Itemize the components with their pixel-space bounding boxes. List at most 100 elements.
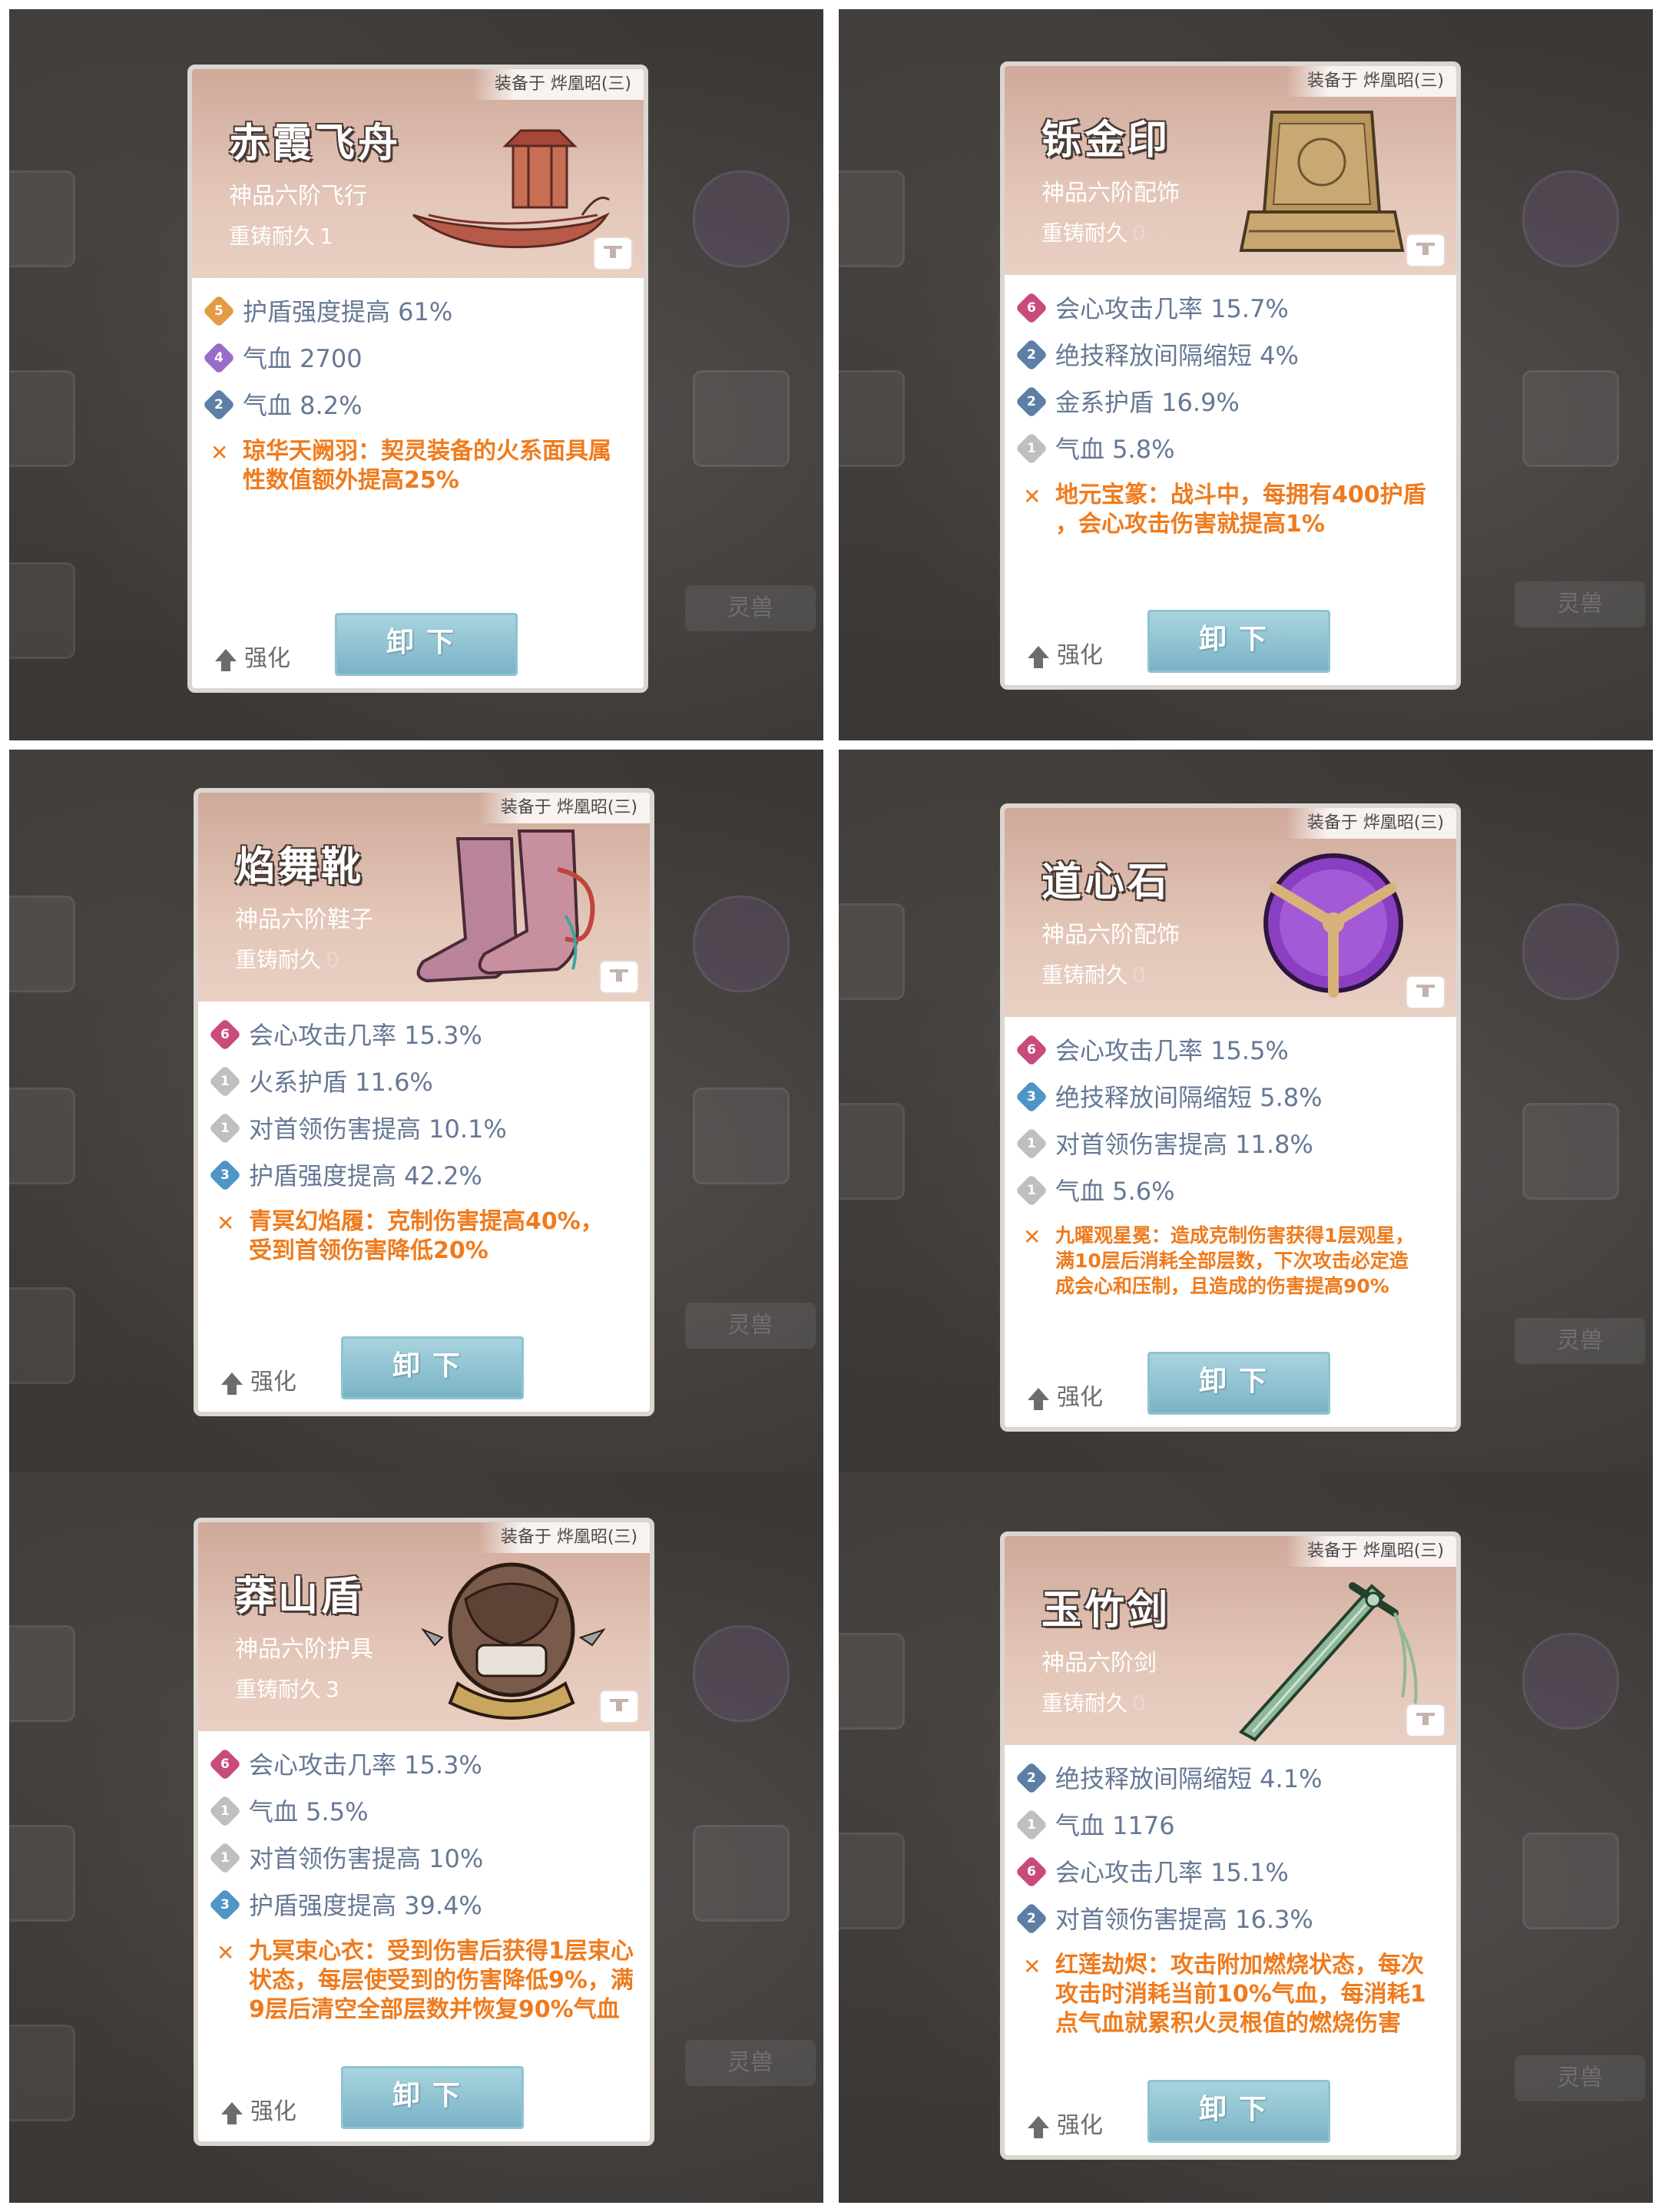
upgrade-button[interactable]: 强化 <box>215 644 290 674</box>
unequip-button[interactable]: 卸下 <box>341 1336 524 1399</box>
card-header: 装备于 烨凰昭(三) 赤霞飞舟 神品六阶飞行 重铸耐久 1 <box>192 69 644 278</box>
background-equip-slot <box>693 1088 790 1184</box>
background-tab: 灵兽 <box>1515 581 1645 628</box>
quality-badge-icon: 6 <box>1015 1855 1048 1889</box>
stat-row: 3 护盾强度提高 42.2% <box>208 1158 634 1207</box>
item-card-chixia-feizhou: 装备于 烨凰昭(三) 赤霞飞舟 神品六阶飞行 重铸耐久 1 5 护盾强度提高 61%… <box>187 65 648 693</box>
screenshot-panel-3: 灵兽 装备于 烨凰昭(三) 焰舞靴 神品六阶鞋子 重铸耐久 0 6 会心攻击几率 1… <box>9 750 823 1481</box>
compare-button[interactable] <box>599 1690 639 1724</box>
background-tab: 灵兽 <box>685 585 816 631</box>
quality-badge-icon: 3 <box>208 1158 242 1192</box>
recast-value: 0 <box>1132 220 1146 246</box>
quality-badge-icon: 1 <box>1015 1127 1048 1161</box>
unequip-button[interactable]: 卸下 <box>335 613 518 676</box>
upgrade-arrow-icon <box>1028 645 1049 668</box>
background-equip-slot <box>9 1825 75 1922</box>
stat-row: 2 绝技释放间隔缩短 4.1% <box>1015 1761 1441 1810</box>
item-grade: 神品六阶剑 <box>1041 1650 1157 1677</box>
background-equip-slot <box>9 896 75 992</box>
item-grade: 神品六阶飞行 <box>229 183 367 210</box>
upgrade-button[interactable]: 强化 <box>221 2097 296 2128</box>
background-equip-slot <box>693 896 790 992</box>
stat-row: 1 对首领伤害提高 10% <box>208 1841 634 1890</box>
background-tab: 灵兽 <box>685 1303 816 1349</box>
stat-row: 6 会心攻击几率 15.1% <box>1015 1855 1441 1904</box>
seal-icon <box>1239 111 1405 252</box>
recast-value: 0 <box>326 947 339 972</box>
upgrade-button[interactable]: 强化 <box>1028 1382 1103 1413</box>
special-effect-icon: ✕ <box>217 1940 235 1965</box>
quality-badge-icon: 4 <box>202 341 236 375</box>
background-equip-slot <box>9 562 75 659</box>
unequip-button[interactable]: 卸下 <box>1147 1352 1330 1415</box>
compare-button[interactable] <box>1406 233 1445 267</box>
stat-row: 2 金系护盾 16.9% <box>1015 385 1441 434</box>
background-equip-slot <box>693 171 790 267</box>
stat-row: 6 会心攻击几率 15.5% <box>1015 1033 1441 1082</box>
recast-durability: 重铸耐久 1 <box>229 220 333 250</box>
background-equip-slot <box>839 171 905 267</box>
item-grade: 神品六阶鞋子 <box>235 906 373 933</box>
screenshot-panel-1: 灵兽 装备于 烨凰昭(三) 赤霞飞舟 神品六阶飞行 重铸耐久 1 5 护盾强度提高 … <box>9 9 823 740</box>
screenshot-panel-2: 灵兽 装备于 烨凰昭(三) 铄金印 神品六阶配饰 重铸耐久 0 6 会心攻击几率 1… <box>839 9 1653 740</box>
background-equip-slot <box>9 1088 75 1184</box>
item-name: 玉竹剑 <box>1041 1587 1171 1634</box>
quality-badge-icon: 6 <box>1015 1033 1048 1067</box>
upgrade-arrow-icon <box>215 648 237 671</box>
recast-label: 重铸耐久 <box>1041 220 1128 246</box>
upgrade-button[interactable]: 强化 <box>1028 2111 1103 2141</box>
equipped-by-tag: 装备于 烨凰昭(三) <box>1285 66 1456 97</box>
special-effect: ✕ 九曜观星冕：造成克制伤害获得1层观星， 满10层后消耗全部层数，下次攻击必定… <box>1023 1224 1415 1297</box>
screenshot-panel-6: 灵兽 装备于 烨凰昭(三) 玉竹剑 神品六阶剑 重铸耐久 0 2 绝技释放间隔缩短 … <box>839 1472 1653 2203</box>
background-equip-slot <box>9 1625 75 1722</box>
stat-row: 1 气血 1176 <box>1015 1808 1441 1857</box>
special-effect: ✕ 琼华天阙羽：契灵装备的火系面具属 性数值额外提高25% <box>210 438 611 494</box>
background-tab: 灵兽 <box>1515 2055 1645 2101</box>
special-effect-icon: ✕ <box>1023 1224 1041 1250</box>
compare-button[interactable] <box>593 237 633 270</box>
quality-badge-icon: 3 <box>208 1888 242 1922</box>
item-card-yuzhu-jian: 装备于 烨凰昭(三) 玉竹剑 神品六阶剑 重铸耐久 0 2 绝技释放间隔缩短 4.1… <box>1000 1532 1461 2160</box>
quality-badge-icon: 2 <box>1015 1902 1048 1936</box>
recast-value: 0 <box>1132 1690 1146 1716</box>
flying-boat-icon <box>412 129 610 249</box>
quality-badge-icon: 1 <box>208 1794 242 1828</box>
upgrade-button[interactable]: 强化 <box>1028 641 1103 671</box>
quality-badge-icon: 1 <box>1015 432 1048 465</box>
card-header: 装备于 烨凰昭(三) 莽山盾 神品六阶护具 重铸耐久 3 <box>198 1522 650 1731</box>
special-effect: ✕ 青冥幻焰履：克制伤害提高40%， 受到首领伤害降低20% <box>217 1208 604 1264</box>
unequip-button[interactable]: 卸下 <box>1147 2080 1330 2143</box>
recast-durability: 重铸耐久 0 <box>1041 1687 1146 1717</box>
quality-badge-icon: 2 <box>1015 385 1048 419</box>
stat-list: 6 会心攻击几率 15.3% 1 火系护盾 11.6% 1 对首领伤害提高 10.1%… <box>208 1018 634 1266</box>
compare-button[interactable] <box>1406 975 1445 1009</box>
unequip-button[interactable]: 卸下 <box>1147 610 1330 673</box>
quality-badge-icon: 5 <box>202 294 236 328</box>
background-equip-slot <box>1522 903 1619 1000</box>
quality-badge-icon: 6 <box>1015 291 1048 325</box>
stat-list: 6 会心攻击几率 15.7% 2 绝技释放间隔缩短 4% 2 金系护盾 16.9% 1… <box>1015 291 1441 539</box>
unequip-button[interactable]: 卸下 <box>341 2066 524 2129</box>
stat-row: 2 绝技释放间隔缩短 4% <box>1015 338 1441 387</box>
upgrade-button[interactable]: 强化 <box>221 1367 296 1398</box>
background-equip-slot <box>1522 1833 1619 1929</box>
compare-button[interactable] <box>599 960 639 994</box>
special-effect: ✕ 红莲劫烬：攻击附加燃烧状态，每次 攻击时消耗当前10%气血，每消耗1 点气血… <box>1023 1952 1426 2037</box>
special-effect-icon: ✕ <box>217 1210 235 1236</box>
shield-icon <box>421 1562 606 1720</box>
item-name: 铄金印 <box>1041 117 1171 164</box>
equipped-by-tag: 装备于 烨凰昭(三) <box>1285 1536 1456 1567</box>
special-effect-icon: ✕ <box>1023 484 1041 509</box>
card-header: 装备于 烨凰昭(三) 铄金印 神品六阶配饰 重铸耐久 0 <box>1005 66 1456 275</box>
stat-row: 1 对首领伤害提高 11.8% <box>1015 1127 1441 1176</box>
stat-row: 6 会心攻击几率 15.3% <box>208 1018 634 1067</box>
background-equip-slot <box>1522 1103 1619 1200</box>
compare-button[interactable] <box>1406 1704 1445 1737</box>
background-equip-slot <box>693 370 790 467</box>
stat-row: 4 气血 2700 <box>202 341 628 390</box>
special-effect-icon: ✕ <box>210 440 229 465</box>
stat-row: 1 气血 5.6% <box>1015 1174 1441 1223</box>
quality-badge-icon: 1 <box>1015 1174 1048 1207</box>
card-header: 装备于 烨凰昭(三) 焰舞靴 神品六阶鞋子 重铸耐久 0 <box>198 793 650 1002</box>
stat-row: 5 护盾强度提高 61% <box>202 294 628 343</box>
